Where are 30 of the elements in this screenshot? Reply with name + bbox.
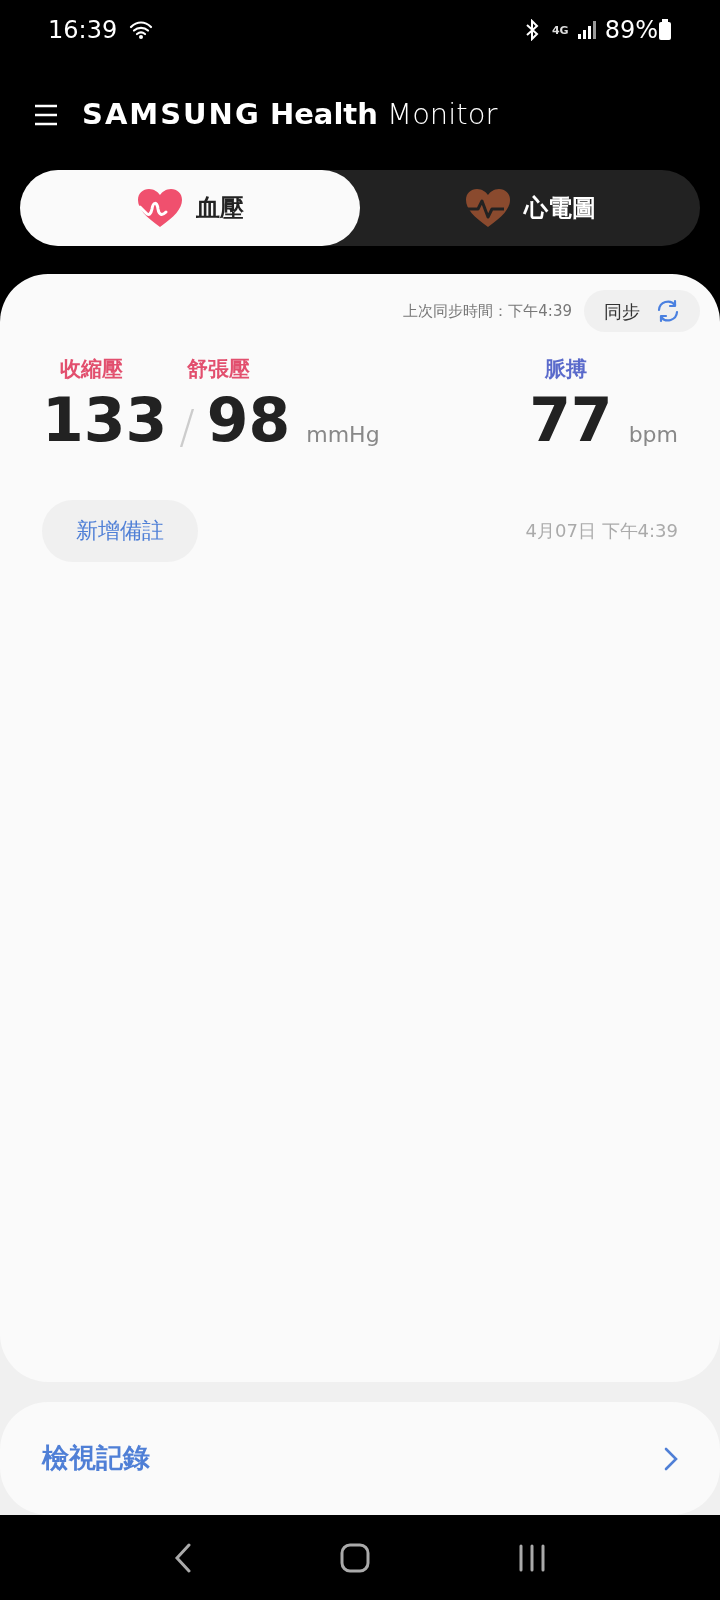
pulse-value: 77 xyxy=(529,389,613,450)
chevron-right-icon xyxy=(664,1446,678,1471)
app-title: SAMSUNG Health Monitor xyxy=(82,96,498,134)
battery-percent: 89% xyxy=(604,15,658,46)
measurement-time: 4月07日 下午4:39 xyxy=(525,519,678,543)
back-icon[interactable] xyxy=(174,1542,192,1573)
heart-wave-icon xyxy=(136,187,184,229)
value-separator: / xyxy=(179,403,195,450)
home-icon[interactable] xyxy=(340,1542,370,1573)
clock-time: 16:39 xyxy=(48,15,118,46)
wifi-icon xyxy=(129,20,154,40)
tab[interactable]: 血壓 xyxy=(20,170,360,246)
systolic-value: 133 xyxy=(42,389,168,450)
last-sync-time: 上次同步時間：下午4:39 xyxy=(403,300,572,322)
tab[interactable]: 心電圖 xyxy=(360,170,700,246)
signal-icon xyxy=(576,20,597,40)
pulse-label: 脈搏 xyxy=(545,356,589,383)
pressure-unit: mmHg xyxy=(306,423,380,446)
network-type: 4G xyxy=(551,24,569,36)
diastolic-value: 98 xyxy=(206,389,291,450)
heart-pulse-icon xyxy=(464,187,512,229)
battery-icon xyxy=(658,19,672,41)
diastolic-label: 舒張壓 xyxy=(187,356,250,383)
recent-apps-icon[interactable] xyxy=(518,1543,546,1572)
view-history-row[interactable]: 檢視記錄 xyxy=(0,1402,720,1515)
sync-button[interactable]: 同步 xyxy=(584,290,700,332)
pulse-unit: bpm xyxy=(628,423,678,446)
refresh-icon xyxy=(656,299,680,323)
systolic-label: 收縮壓 xyxy=(60,356,124,383)
menu-icon[interactable] xyxy=(34,104,58,126)
